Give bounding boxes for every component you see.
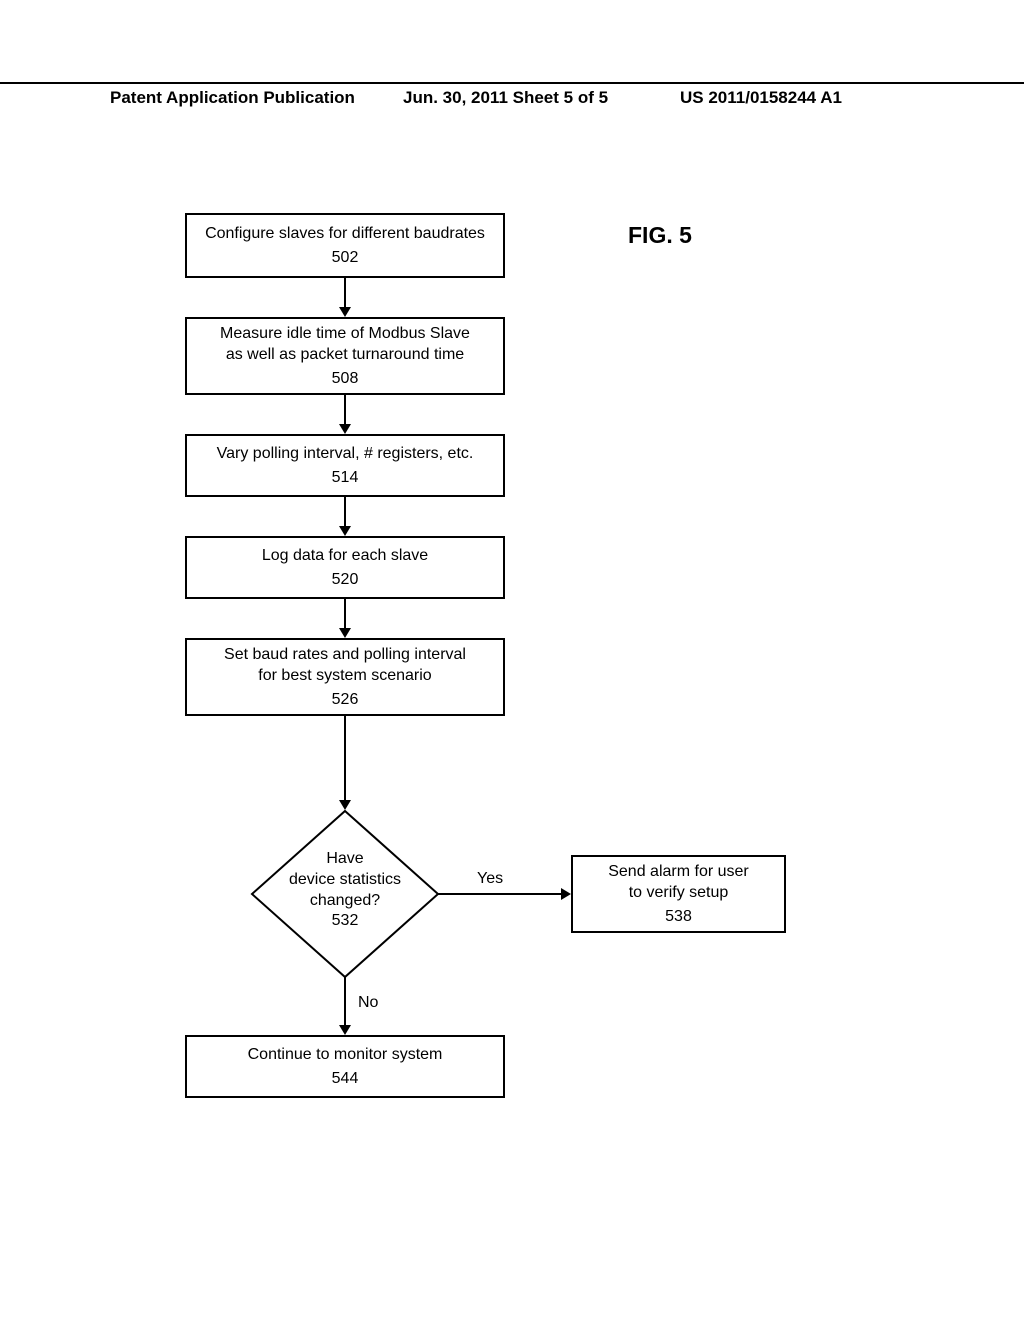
arrowhead-down-icon bbox=[339, 307, 351, 317]
arrow bbox=[344, 716, 346, 802]
decision-num: 532 bbox=[250, 911, 440, 932]
step-log-data: Log data for each slave 520 bbox=[185, 536, 505, 599]
step-text: Continue to monitor system bbox=[197, 1044, 493, 1066]
step-send-alarm: Send alarm for user to verify setup 538 bbox=[571, 855, 786, 933]
arrow bbox=[344, 278, 346, 309]
step-configure-baudrates: Configure slaves for different baudrates… bbox=[185, 213, 505, 278]
step-num: 514 bbox=[197, 467, 493, 489]
header-center: Jun. 30, 2011 Sheet 5 of 5 bbox=[403, 88, 608, 108]
header-right: US 2011/0158244 A1 bbox=[680, 88, 842, 108]
step-set-baud-rates: Set baud rates and polling interval for … bbox=[185, 638, 505, 716]
step-text-line2: to verify setup bbox=[583, 882, 774, 904]
step-num: 508 bbox=[197, 368, 493, 390]
step-text-line2: for best system scenario bbox=[197, 665, 493, 687]
step-num: 538 bbox=[583, 906, 774, 928]
arrow bbox=[344, 395, 346, 426]
arrowhead-down-icon bbox=[339, 1025, 351, 1035]
arrow bbox=[344, 599, 346, 630]
decision-stats-changed: Have device statistics changed? 532 bbox=[250, 809, 440, 979]
header-rule bbox=[0, 82, 1024, 84]
step-text: Configure slaves for different baudrates bbox=[197, 223, 493, 245]
step-text-line1: Send alarm for user bbox=[583, 861, 774, 883]
step-text-line1: Measure idle time of Modbus Slave bbox=[197, 323, 493, 345]
edge-label-yes: Yes bbox=[477, 870, 503, 888]
step-num: 526 bbox=[197, 689, 493, 711]
step-text: Log data for each slave bbox=[197, 545, 493, 567]
step-continue-monitor: Continue to monitor system 544 bbox=[185, 1035, 505, 1098]
step-text: Vary polling interval, # registers, etc. bbox=[197, 443, 493, 465]
decision-line1: Have bbox=[250, 849, 440, 870]
arrow bbox=[438, 893, 563, 895]
edge-label-no: No bbox=[358, 994, 378, 1012]
step-num: 520 bbox=[197, 569, 493, 591]
step-vary-polling: Vary polling interval, # registers, etc.… bbox=[185, 434, 505, 497]
arrow bbox=[344, 977, 346, 1027]
arrow bbox=[344, 497, 346, 528]
step-text-line1: Set baud rates and polling interval bbox=[197, 644, 493, 666]
figure-label: FIG. 5 bbox=[628, 222, 692, 249]
arrowhead-right-icon bbox=[561, 888, 571, 900]
arrowhead-down-icon bbox=[339, 526, 351, 536]
decision-line2: device statistics bbox=[250, 870, 440, 891]
decision-line3: changed? bbox=[250, 891, 440, 912]
header-left: Patent Application Publication bbox=[110, 88, 355, 108]
arrowhead-down-icon bbox=[339, 628, 351, 638]
step-num: 544 bbox=[197, 1068, 493, 1090]
step-num: 502 bbox=[197, 247, 493, 269]
step-text-line2: as well as packet turnaround time bbox=[197, 344, 493, 366]
step-measure-idle-time: Measure idle time of Modbus Slave as wel… bbox=[185, 317, 505, 395]
arrowhead-down-icon bbox=[339, 424, 351, 434]
